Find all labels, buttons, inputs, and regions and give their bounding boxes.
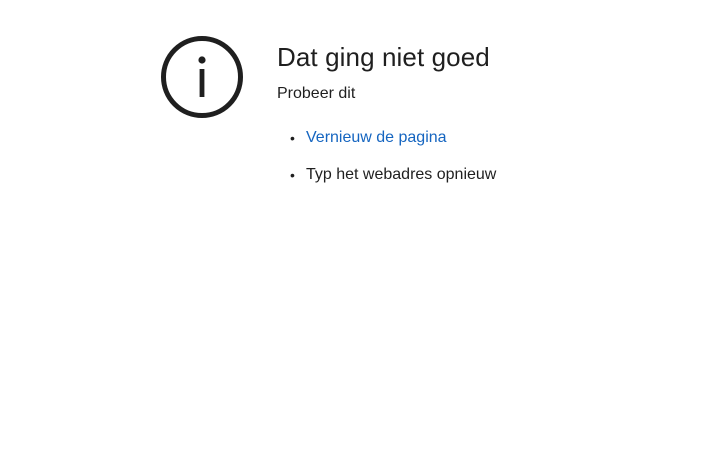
retype-address-text: Typ het webadres opnieuw	[306, 166, 497, 183]
error-page: Dat ging niet goed Probeer dit • Vernieu…	[0, 0, 725, 460]
suggestion-list: • Vernieuw de pagina • Typ het webadres …	[277, 127, 697, 186]
info-icon	[161, 36, 243, 118]
refresh-page-link[interactable]: Vernieuw de pagina	[306, 129, 447, 146]
error-content: Dat ging niet goed Probeer dit • Vernieu…	[277, 40, 697, 201]
error-subtitle: Probeer dit	[277, 85, 356, 102]
bullet-icon: •	[290, 130, 295, 146]
suggestion-item-retype: • Typ het webadres opnieuw	[277, 164, 697, 186]
bullet-icon: •	[290, 167, 295, 183]
error-title: Dat ging niet goed	[277, 42, 490, 72]
suggestion-item-refresh: • Vernieuw de pagina	[277, 127, 697, 149]
